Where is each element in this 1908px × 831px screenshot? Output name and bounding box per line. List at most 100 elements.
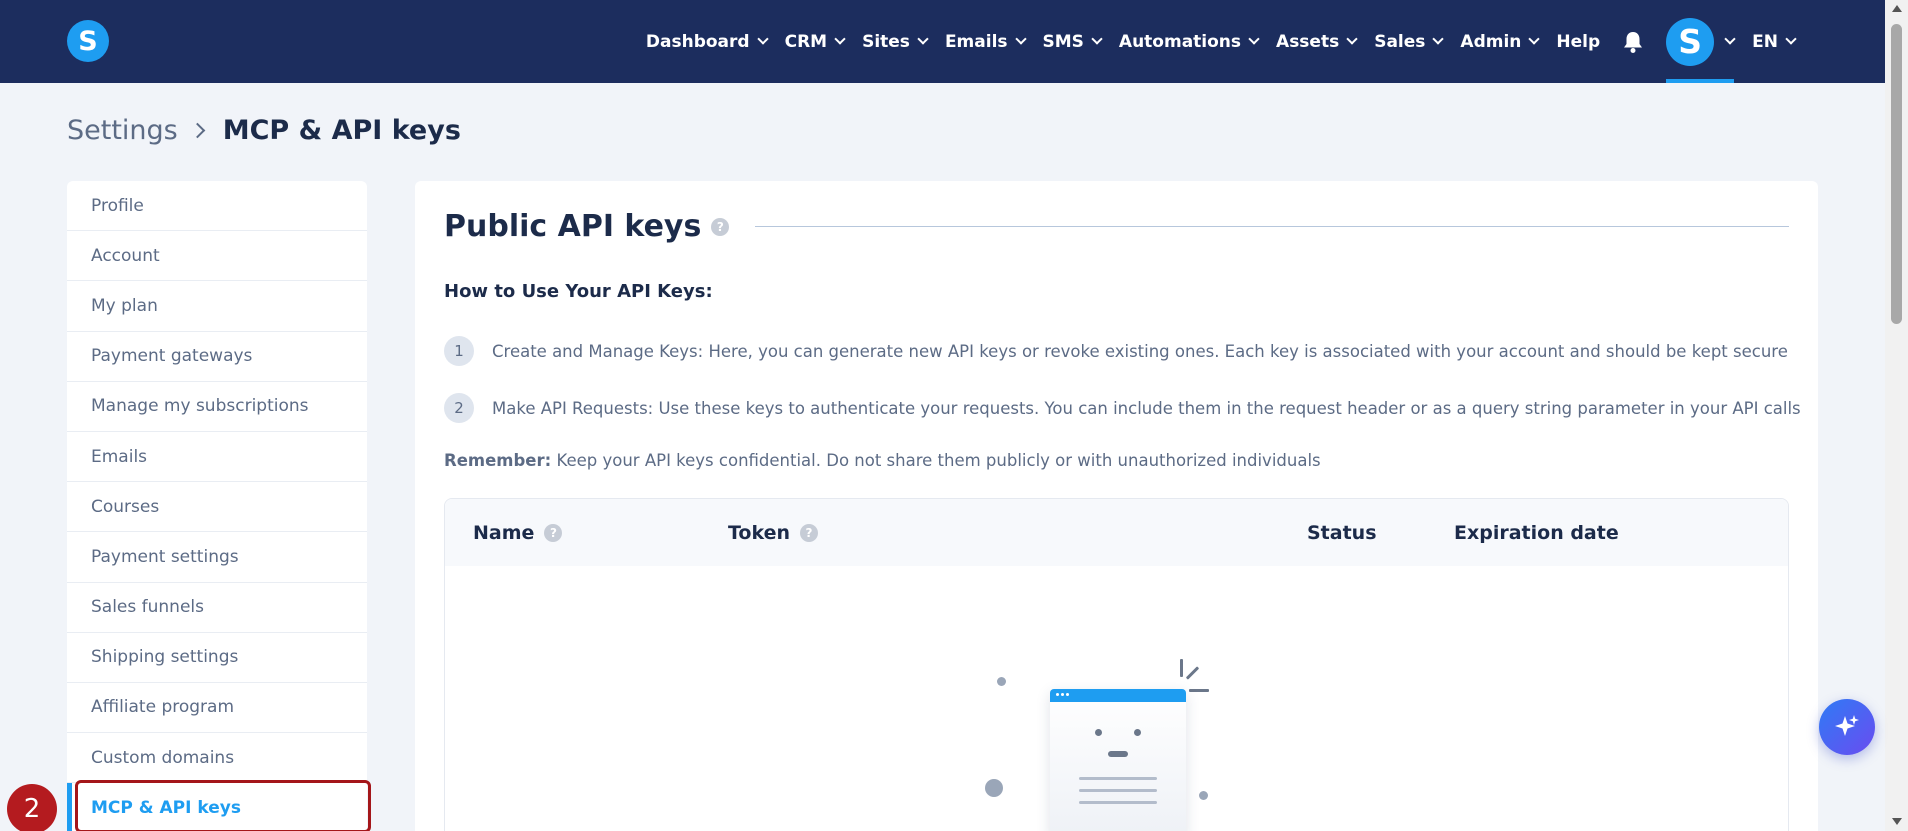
chevron-down-icon	[1014, 33, 1027, 45]
step-text: Create and Manage Keys: Here, you can ge…	[492, 341, 1788, 361]
step-number: 1	[444, 336, 474, 366]
doc-eye	[1095, 729, 1102, 736]
nav-item-dashboard[interactable]: Dashboard	[645, 31, 769, 52]
breadcrumb: Settings MCP & API keys	[67, 115, 461, 146]
step-text: Make API Requests: Use these keys to aut…	[492, 398, 1801, 418]
empty-state-illustration	[985, 659, 1225, 831]
doc-header-bar	[1050, 689, 1186, 702]
column-label: Name	[473, 521, 535, 544]
nav-item-admin[interactable]: Admin	[1460, 31, 1541, 52]
nav-item-label: Help	[1556, 31, 1601, 52]
avatar: S	[1666, 17, 1715, 66]
decor-dot	[1199, 791, 1208, 800]
column-header-expiration: Expiration date	[1454, 499, 1619, 566]
table-header: Name? Token? Status Expiration date	[445, 499, 1788, 566]
active-indicator	[1666, 79, 1735, 83]
sidebar-item-payment-gateways[interactable]: Payment gateways	[67, 332, 367, 382]
nav-item-sites[interactable]: Sites	[862, 31, 929, 52]
step-number: 2	[444, 393, 474, 423]
chevron-down-icon	[1346, 33, 1358, 45]
nav-item-label: Assets	[1276, 31, 1340, 52]
chevron-down-icon	[1432, 33, 1445, 45]
nav-item-label: Admin	[1460, 31, 1522, 52]
nav-item-sales[interactable]: Sales	[1374, 31, 1445, 52]
decor-dot	[997, 677, 1006, 686]
doc-mouth	[1108, 751, 1128, 757]
top-navbar: S Dashboard CRM Sites Emails SMS Automat…	[0, 0, 1885, 83]
nav-item-label: Emails	[944, 31, 1008, 52]
panel-header: Public API keys ?	[444, 209, 1789, 244]
chevron-right-icon	[189, 122, 206, 139]
decor-dot	[985, 779, 1003, 797]
app-logo[interactable]: S	[67, 20, 109, 62]
decor-spark	[1189, 689, 1209, 692]
column-label: Expiration date	[1454, 521, 1619, 544]
doc-line	[1079, 777, 1157, 780]
nav-item-assets[interactable]: Assets	[1276, 31, 1358, 52]
chevron-down-icon	[1724, 33, 1736, 45]
panel-title: Public API keys	[444, 209, 702, 244]
chevron-down-icon	[1091, 33, 1103, 45]
sidebar-item-shipping-settings[interactable]: Shipping settings	[67, 633, 367, 683]
chevron-down-icon	[1528, 33, 1541, 45]
sidebar-item-payment-settings[interactable]: Payment settings	[67, 532, 367, 583]
sidebar-item-profile[interactable]: Profile	[67, 181, 367, 232]
api-keys-panel: Public API keys ? How to Use Your API Ke…	[415, 181, 1818, 831]
doc-line	[1079, 789, 1157, 792]
nav-item-label: Sites	[862, 31, 910, 52]
remember-label: Remember:	[444, 451, 552, 470]
sidebar-item-courses[interactable]: Courses	[67, 482, 367, 533]
sidebar-item-custom-domains[interactable]: Custom domains	[67, 733, 367, 784]
instruction-step: 2 Make API Requests: Use these keys to a…	[444, 393, 1801, 423]
column-header-status: Status	[1307, 499, 1377, 566]
column-header-token: Token?	[728, 499, 819, 566]
nav-item-sms[interactable]: SMS	[1042, 31, 1103, 52]
help-icon[interactable]: ?	[711, 217, 730, 236]
sidebar-item-mcp-api-keys[interactable]: MCP & API keys	[67, 782, 367, 831]
help-icon[interactable]: ?	[544, 523, 563, 542]
api-keys-table: Name? Token? Status Expiration date	[444, 498, 1789, 831]
chevron-down-icon	[917, 33, 929, 45]
remember-text: Keep your API keys confidential. Do not …	[551, 451, 1321, 470]
nav-item-crm[interactable]: CRM	[784, 31, 846, 52]
scroll-down-arrow-icon[interactable]	[1892, 818, 1902, 825]
breadcrumb-settings-link[interactable]: Settings	[67, 115, 178, 146]
nav-item-label: Automations	[1118, 31, 1242, 52]
language-label: EN	[1752, 31, 1778, 52]
column-label: Token	[728, 521, 791, 544]
instruction-step: 1 Create and Manage Keys: Here, you can …	[444, 336, 1788, 366]
chevron-down-icon	[756, 33, 769, 45]
sidebar-item-my-plan[interactable]: My plan	[67, 281, 367, 332]
empty-document-icon	[1050, 689, 1186, 831]
nav-item-emails[interactable]: Emails	[944, 31, 1027, 52]
nav-item-label: SMS	[1042, 31, 1084, 52]
scroll-up-arrow-icon[interactable]	[1892, 5, 1902, 12]
decor-spark	[1180, 659, 1183, 677]
column-header-name: Name?	[473, 499, 563, 566]
scroll-thumb[interactable]	[1891, 24, 1902, 324]
sidebar-item-sales-funnels[interactable]: Sales funnels	[67, 583, 367, 633]
nav-item-label: Sales	[1374, 31, 1426, 52]
nav-item-label: Dashboard	[645, 31, 750, 52]
title-divider	[755, 226, 1789, 227]
language-selector[interactable]: EN	[1752, 31, 1797, 52]
ai-assistant-button[interactable]	[1819, 699, 1875, 755]
doc-line	[1079, 801, 1157, 804]
chevron-down-icon	[1785, 33, 1797, 45]
nav-item-help[interactable]: Help	[1556, 32, 1600, 52]
nav-item-automations[interactable]: Automations	[1118, 31, 1260, 52]
decor-spark	[1185, 666, 1200, 680]
remember-note: Remember: Keep your API keys confidentia…	[444, 451, 1321, 470]
sidebar-item-emails[interactable]: Emails	[67, 432, 367, 483]
bell-icon[interactable]	[1622, 30, 1644, 54]
nav-item-label: CRM	[784, 31, 828, 52]
page-title: MCP & API keys	[222, 115, 461, 146]
sidebar-item-account[interactable]: Account	[67, 231, 367, 282]
settings-sidebar: Profile Account My plan Payment gateways…	[67, 181, 367, 831]
help-icon[interactable]: ?	[800, 523, 819, 542]
user-menu[interactable]: S	[1666, 0, 1736, 83]
sidebar-item-manage-subscriptions[interactable]: Manage my subscriptions	[67, 382, 367, 432]
chevron-down-icon	[1248, 33, 1260, 45]
sidebar-item-affiliate-program[interactable]: Affiliate program	[67, 683, 367, 734]
page-scrollbar[interactable]	[1885, 0, 1908, 831]
